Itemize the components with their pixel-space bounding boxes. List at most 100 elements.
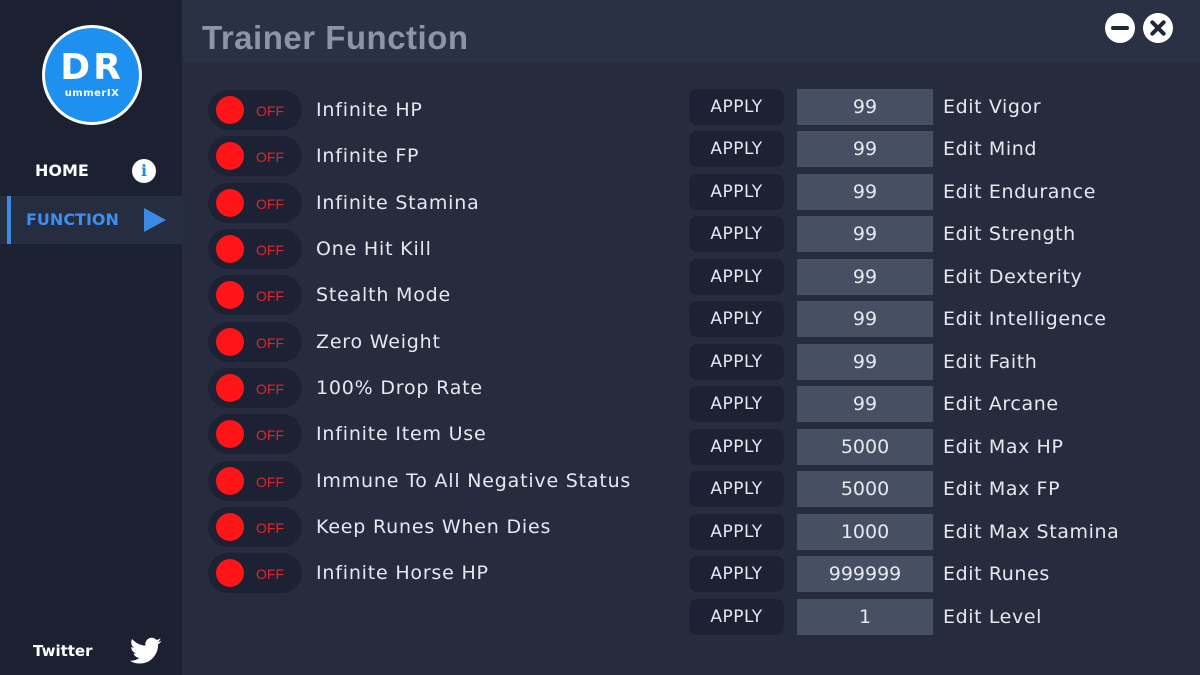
value-input[interactable]: 5000	[797, 471, 933, 507]
toggle-row: OFF Infinite Stamina	[208, 183, 658, 223]
nav-item-label: HOME	[35, 161, 89, 180]
toggle-knob	[216, 235, 244, 263]
value-input[interactable]: 99	[797, 131, 933, 167]
toggle-state: OFF	[256, 335, 284, 351]
toggle-switch[interactable]: OFF	[208, 461, 302, 501]
apply-button[interactable]: APPLY	[689, 131, 784, 167]
toggle-switch[interactable]: OFF	[208, 507, 302, 547]
stat-row: APPLY 99 Edit Strength	[689, 216, 1189, 252]
toggle-state: OFF	[256, 288, 284, 304]
value-input[interactable]: 99	[797, 174, 933, 210]
nav-item-home[interactable]: HOME i	[0, 147, 182, 195]
toggle-switch[interactable]: OFF	[208, 368, 302, 408]
toggle-knob	[216, 328, 244, 356]
app-logo: DR ummerIX	[42, 25, 142, 125]
value-input[interactable]: 99	[797, 301, 933, 337]
toggle-row: OFF 100% Drop Rate	[208, 368, 658, 408]
value-input[interactable]: 999999	[797, 556, 933, 592]
toggle-state: OFF	[256, 149, 284, 165]
toggle-knob	[216, 96, 244, 124]
toggle-switch[interactable]: OFF	[208, 553, 302, 593]
value-input[interactable]: 99	[797, 386, 933, 422]
apply-button[interactable]: APPLY	[689, 216, 784, 252]
toggle-state: OFF	[256, 566, 284, 582]
minimize-button[interactable]	[1105, 13, 1135, 43]
toggle-state: OFF	[256, 381, 284, 397]
toggle-row: OFF Infinite HP	[208, 90, 658, 130]
stat-row: APPLY 5000 Edit Max FP	[689, 471, 1189, 507]
toggle-switch[interactable]: OFF	[208, 275, 302, 315]
value-input[interactable]: 99	[797, 89, 933, 125]
value-input[interactable]: 1000	[797, 514, 933, 550]
stat-row: APPLY 99 Edit Arcane	[689, 386, 1189, 422]
toggle-switch[interactable]: OFF	[208, 229, 302, 269]
page-title: Trainer Function	[202, 19, 469, 56]
apply-button[interactable]: APPLY	[689, 599, 784, 635]
apply-button[interactable]: APPLY	[689, 514, 784, 550]
close-button[interactable]	[1143, 13, 1173, 43]
toggle-knob	[216, 281, 244, 309]
apply-button[interactable]: APPLY	[689, 344, 784, 380]
toggle-state: OFF	[256, 242, 284, 258]
header: Trainer Function	[182, 0, 1200, 62]
stat-label: Edit Faith	[943, 351, 1038, 373]
stat-label: Edit Strength	[943, 223, 1076, 245]
toggle-switch[interactable]: OFF	[208, 322, 302, 362]
nav-item-function[interactable]: FUNCTION	[0, 196, 182, 244]
toggle-switch[interactable]: OFF	[208, 136, 302, 176]
info-icon: i	[132, 159, 156, 183]
toggle-row: OFF One Hit Kill	[208, 229, 658, 269]
toggle-label: Infinite Stamina	[316, 192, 480, 214]
stat-row: APPLY 1 Edit Level	[689, 599, 1189, 635]
stat-label: Edit Max Stamina	[943, 521, 1120, 543]
toggle-row: OFF Keep Runes When Dies	[208, 507, 658, 547]
nav-item-label: FUNCTION	[26, 210, 119, 229]
toggle-state: OFF	[256, 427, 284, 443]
apply-button[interactable]: APPLY	[689, 89, 784, 125]
toggle-label: Immune To All Negative Status	[316, 470, 632, 492]
stat-row: APPLY 99 Edit Endurance	[689, 174, 1189, 210]
value-input[interactable]: 5000	[797, 429, 933, 465]
apply-button[interactable]: APPLY	[689, 556, 784, 592]
toggle-row: OFF Infinite Item Use	[208, 414, 658, 454]
toggle-label: Infinite Item Use	[316, 423, 487, 445]
toggle-switch[interactable]: OFF	[208, 414, 302, 454]
value-input[interactable]: 99	[797, 216, 933, 252]
toggle-switch[interactable]: OFF	[208, 90, 302, 130]
value-input[interactable]: 1	[797, 599, 933, 635]
toggle-state: OFF	[256, 103, 284, 119]
toggle-state: OFF	[256, 196, 284, 212]
stat-label: Edit Dexterity	[943, 266, 1083, 288]
apply-button[interactable]: APPLY	[689, 259, 784, 295]
twitter-link[interactable]: Twitter	[33, 642, 93, 660]
stat-label: Edit Intelligence	[943, 308, 1107, 330]
apply-button[interactable]: APPLY	[689, 174, 784, 210]
toggle-label: Zero Weight	[316, 331, 441, 353]
stat-label: Edit Vigor	[943, 96, 1042, 118]
value-input[interactable]: 99	[797, 344, 933, 380]
toggle-row: OFF Immune To All Negative Status	[208, 461, 658, 501]
toggle-label: 100% Drop Rate	[316, 377, 483, 399]
toggle-knob	[216, 559, 244, 587]
toggle-row: OFF Zero Weight	[208, 322, 658, 362]
toggle-label: Infinite HP	[316, 99, 423, 121]
apply-button[interactable]: APPLY	[689, 386, 784, 422]
logo-subtitle: ummerIX	[64, 88, 120, 99]
value-input[interactable]: 99	[797, 259, 933, 295]
toggle-label: Keep Runes When Dies	[316, 516, 552, 538]
toggle-label: Infinite FP	[316, 145, 420, 167]
toggle-row: OFF Infinite Horse HP	[208, 553, 658, 593]
apply-button[interactable]: APPLY	[689, 471, 784, 507]
stat-label: Edit Level	[943, 606, 1042, 628]
stat-row: APPLY 99 Edit Vigor	[689, 89, 1189, 125]
toggle-switch[interactable]: OFF	[208, 183, 302, 223]
toggle-knob	[216, 513, 244, 541]
toggle-knob	[216, 142, 244, 170]
twitter-icon[interactable]	[130, 637, 162, 665]
toggle-label: Infinite Horse HP	[316, 562, 489, 584]
toggle-state: OFF	[256, 520, 284, 536]
apply-button[interactable]: APPLY	[689, 301, 784, 337]
stat-row: APPLY 99 Edit Faith	[689, 344, 1189, 380]
apply-button[interactable]: APPLY	[689, 429, 784, 465]
stat-label: Edit Runes	[943, 563, 1050, 585]
